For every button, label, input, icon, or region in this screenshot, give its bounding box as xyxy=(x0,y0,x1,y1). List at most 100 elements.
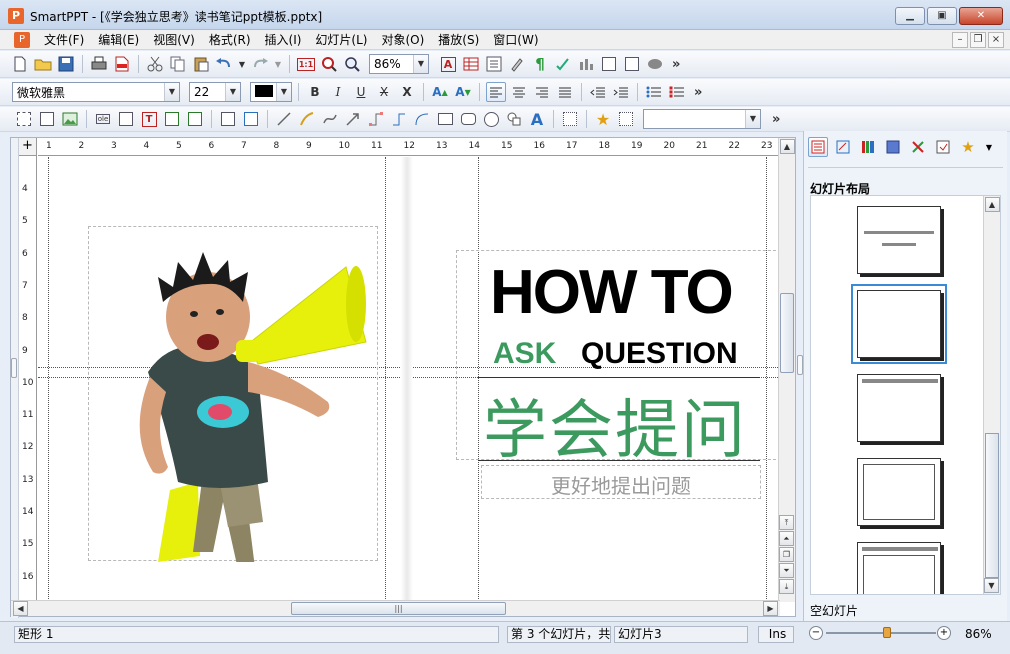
prev-slide-icon[interactable]: ⏶ xyxy=(779,531,794,546)
scrollbar-thumb[interactable] xyxy=(985,433,999,578)
toolbar-more-icon[interactable]: » xyxy=(768,112,784,127)
zoom-slider-handle[interactable] xyxy=(882,627,891,638)
scroll-right-icon[interactable]: ▶ xyxy=(763,601,778,616)
layout-tab-icon[interactable] xyxy=(808,137,828,157)
line-tool-icon[interactable] xyxy=(274,109,294,129)
close-button[interactable]: ✕ xyxy=(959,7,1003,25)
numbered-list-icon[interactable] xyxy=(667,82,687,102)
menu-format[interactable]: 格式(R) xyxy=(202,32,258,48)
curve-tool-icon[interactable] xyxy=(320,109,340,129)
redo-icon[interactable] xyxy=(250,54,270,74)
select-icon[interactable] xyxy=(37,109,57,129)
maximize-button[interactable]: ▣ xyxy=(927,7,957,25)
ungroup-icon[interactable] xyxy=(241,109,261,129)
elbow-connector-icon[interactable] xyxy=(389,109,409,129)
package-icon[interactable] xyxy=(645,54,665,74)
copy-icon[interactable] xyxy=(168,54,188,74)
undo-icon[interactable] xyxy=(214,54,234,74)
toolbar-more-icon[interactable]: » xyxy=(690,85,706,100)
doc-restore-button[interactable]: ❐ xyxy=(970,32,986,48)
decrease-indent-icon[interactable] xyxy=(588,82,608,102)
layout-thumbnail-list[interactable]: ▲ ▼ xyxy=(810,195,1001,595)
first-slide-icon[interactable]: ⤒ xyxy=(779,515,794,530)
curved-connector-icon[interactable] xyxy=(412,109,432,129)
new-doc-icon[interactable] xyxy=(10,54,30,74)
pen-tool-icon[interactable] xyxy=(297,109,317,129)
outline-splitter[interactable] xyxy=(11,138,19,618)
insert-picture-icon[interactable] xyxy=(60,109,80,129)
slide-canvas[interactable]: HOW TO ASK QUESTION 学会提问 更好地提出问题 xyxy=(38,157,780,603)
insert-frame-icon[interactable] xyxy=(185,109,205,129)
menu-slide[interactable]: 幻灯片(L) xyxy=(308,32,374,48)
menu-play[interactable]: 播放(S) xyxy=(431,32,486,48)
layout-content-box[interactable] xyxy=(857,458,941,526)
ellipse-tool-icon[interactable] xyxy=(481,109,501,129)
paste-icon[interactable] xyxy=(191,54,211,74)
zoom-page-icon[interactable] xyxy=(319,54,339,74)
menu-window[interactable]: 窗口(W) xyxy=(486,32,545,48)
pdf-icon[interactable] xyxy=(112,54,132,74)
next-slide-icon[interactable]: ⏷ xyxy=(779,563,794,578)
toolbar-more-icon[interactable]: » xyxy=(668,57,684,72)
shapes-tool-icon[interactable] xyxy=(504,109,524,129)
insert-textbox-icon[interactable] xyxy=(116,109,136,129)
shrink-font-button[interactable]: A ▼ xyxy=(453,82,473,102)
color-scheme-tab-icon[interactable] xyxy=(858,137,878,157)
chart-icon[interactable] xyxy=(576,54,596,74)
scroll-left-icon[interactable]: ◀ xyxy=(13,601,28,616)
chevron-down-icon[interactable]: ▼ xyxy=(276,83,291,101)
chevron-down-icon[interactable]: ▼ xyxy=(225,83,240,101)
font-size-select[interactable]: 22 ▼ xyxy=(189,82,241,102)
favorites-tab-icon[interactable]: ★ xyxy=(958,137,978,157)
wordart-tool-icon[interactable]: A xyxy=(527,109,547,129)
ruler-corner[interactable]: + xyxy=(19,138,37,156)
layout-title-slide[interactable] xyxy=(857,206,941,274)
align-left-icon[interactable] xyxy=(486,82,506,102)
layout-blank-slide[interactable] xyxy=(851,284,947,364)
insert-list-icon[interactable] xyxy=(484,54,504,74)
increase-indent-icon[interactable] xyxy=(611,82,631,102)
scrollbar-thumb[interactable]: ||| xyxy=(291,602,506,615)
clear-format-button[interactable]: X xyxy=(397,82,417,102)
last-slide-icon[interactable]: ⤓ xyxy=(779,579,794,594)
star-icon[interactable]: ★ xyxy=(593,109,613,129)
menu-edit[interactable]: 编辑(E) xyxy=(91,32,146,48)
animation-icon[interactable] xyxy=(616,109,636,129)
zoom-in-button[interactable]: + xyxy=(937,626,951,640)
splitter-grip-icon[interactable] xyxy=(11,358,17,378)
doc-minimize-button[interactable]: – xyxy=(952,32,968,48)
minimize-button[interactable]: ▁ xyxy=(895,7,925,25)
justify-icon[interactable] xyxy=(555,82,575,102)
chevron-down-icon[interactable]: ▼ xyxy=(413,55,428,73)
strikethrough-button[interactable]: X xyxy=(374,82,394,102)
chevron-down-icon[interactable]: ▼ xyxy=(983,137,995,157)
editor-horizontal-scrollbar[interactable]: ◀ ||| ▶ xyxy=(11,600,780,616)
menu-object[interactable]: 对象(O) xyxy=(374,32,431,48)
scroll-up-icon[interactable]: ▲ xyxy=(984,197,1000,212)
insert-ole-icon[interactable]: ole xyxy=(93,109,113,129)
rounded-rect-tool-icon[interactable] xyxy=(458,109,478,129)
zoom-out-button[interactable]: − xyxy=(809,626,823,640)
text-color-icon[interactable]: A xyxy=(438,54,458,74)
font-color-select[interactable]: ▼ xyxy=(250,82,292,102)
connector-tool-icon[interactable] xyxy=(366,109,386,129)
scroll-up-icon[interactable]: ▲ xyxy=(779,139,795,154)
menu-insert[interactable]: 插入(I) xyxy=(258,32,309,48)
underline-button[interactable]: U xyxy=(351,82,371,102)
insert-table-icon[interactable] xyxy=(461,54,481,74)
headline-text[interactable]: HOW TO xyxy=(490,257,734,328)
crop-icon[interactable] xyxy=(560,109,580,129)
font-name-select[interactable]: 微软雅黑 ▼ xyxy=(12,82,180,102)
grow-font-button[interactable]: A ▲ xyxy=(430,82,450,102)
background-tab-icon[interactable] xyxy=(883,137,903,157)
layout-title-content[interactable] xyxy=(857,542,941,594)
editor-vertical-scrollbar[interactable]: ▲ ⤒ ⏶ ❐ ⏷ ⤓ xyxy=(778,138,795,602)
rectangle-tool-icon[interactable] xyxy=(435,109,455,129)
insert-mode-label[interactable]: Ins xyxy=(758,626,794,643)
scrollbar-thumb[interactable] xyxy=(780,293,794,373)
document-icon[interactable]: P xyxy=(14,32,30,48)
bold-button[interactable]: B xyxy=(305,82,325,102)
open-folder-icon[interactable] xyxy=(33,54,53,74)
caption-text[interactable]: 更好地提出问题 xyxy=(481,470,761,499)
arrow-tool-icon[interactable] xyxy=(343,109,363,129)
